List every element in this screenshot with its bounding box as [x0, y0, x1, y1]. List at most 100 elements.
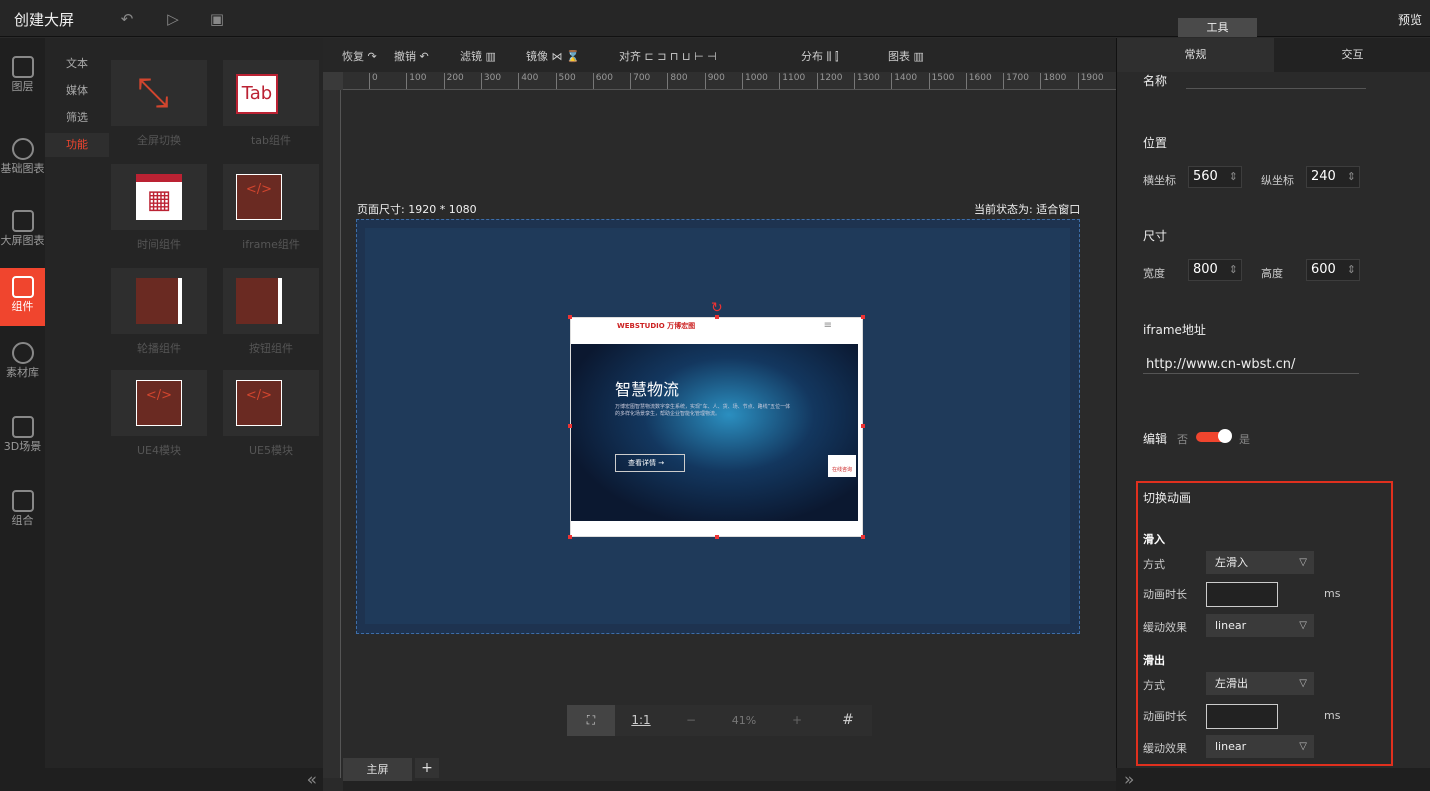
component-label: UE5模块: [249, 444, 293, 457]
component-ue5[interactable]: </> UE5模块: [223, 370, 319, 466]
iframe-url-input[interactable]: http://www.cn-wbst.cn/: [1143, 356, 1359, 374]
name-label: 名称: [1143, 74, 1168, 88]
site-header: WEBSTUDIO 万博宏图 ≡: [571, 318, 862, 335]
ruler-tick-label: 1600: [965, 73, 992, 89]
nav-label: 3D场景: [3, 440, 42, 453]
horizontal-scrollbar[interactable]: [343, 781, 1116, 791]
align-button[interactable]: 对齐 ⊏ ⊐ ⊓ ⊔ ⊢ ⊣: [619, 48, 717, 64]
resize-handle[interactable]: [861, 424, 865, 428]
chart-button[interactable]: 图表 ▥: [888, 48, 924, 64]
hexagons-icon: [11, 342, 34, 364]
zoom-bar: ⛶ 1:1 − 41% + #: [567, 705, 872, 736]
resize-handle[interactable]: [861, 315, 865, 319]
iframe-component-instance[interactable]: WEBSTUDIO 万博宏图 ≡ 智慧物流 万博宏图智慧物流数字孪生系统，实现“…: [568, 300, 865, 539]
slide-out-label: 滑出: [1143, 654, 1165, 667]
tab-interaction[interactable]: 交互: [1274, 38, 1430, 72]
hero-subtitle: 万博宏图智慧物流数字孪生系统，实现“车、人、货、场、节点、路线”五位一体的多样化…: [615, 404, 791, 417]
nav-materials[interactable]: 素材库: [0, 334, 45, 392]
ruler-tick-label: 400: [518, 73, 538, 89]
component-time[interactable]: ▦ 时间组件: [111, 164, 207, 260]
category-media[interactable]: 媒体: [45, 79, 109, 103]
category-filter[interactable]: 筛选: [45, 106, 109, 130]
collapse-left-icon[interactable]: «: [307, 770, 317, 790]
in-mode-select[interactable]: 左滑入: [1206, 551, 1314, 574]
add-screen-button[interactable]: +: [415, 758, 439, 778]
play-icon[interactable]: ▷: [164, 10, 182, 28]
in-ease-label: 缓动效果: [1143, 621, 1187, 634]
resize-handle[interactable]: [715, 535, 719, 539]
animation-title: 切换动画: [1143, 491, 1192, 505]
component-tab[interactable]: Tab tab组件: [223, 60, 319, 156]
component-label: 全屏切换: [137, 134, 181, 147]
out-duration-input[interactable]: [1206, 704, 1278, 729]
out-ease-label: 缓动效果: [1143, 742, 1187, 755]
x-label: 横坐标: [1143, 174, 1176, 187]
position-label: 位置: [1143, 136, 1168, 150]
edit-label: 编辑: [1143, 432, 1168, 446]
tab-general[interactable]: 常规: [1117, 38, 1274, 72]
out-mode-label: 方式: [1143, 679, 1165, 692]
filter-button[interactable]: 滤镜 ▥: [460, 48, 496, 64]
y-input[interactable]: 240: [1306, 166, 1360, 188]
collapse-right-icon[interactable]: »: [1124, 770, 1134, 790]
rotate-icon[interactable]: ↻: [711, 300, 723, 316]
nav-screen-charts[interactable]: 大屏图表: [0, 202, 45, 260]
out-duration-label: 动画时长: [1143, 710, 1187, 723]
undo-button[interactable]: 撤销 ↶: [394, 48, 429, 64]
nav-basic-charts[interactable]: 基础图表: [0, 130, 45, 188]
tab-main-screen[interactable]: 主屏: [343, 758, 412, 781]
ruler-tick-label: 0: [369, 73, 378, 89]
component-fullscreen[interactable]: ⤡ 全屏切换: [111, 60, 207, 156]
height-label: 高度: [1261, 267, 1283, 280]
edit-yes-label: 是: [1239, 433, 1250, 446]
resize-handle[interactable]: [568, 535, 572, 539]
save-icon[interactable]: ▣: [208, 10, 226, 28]
height-input[interactable]: 600: [1306, 259, 1360, 281]
consult-badge: 在线咨询: [828, 455, 856, 477]
tools-tab[interactable]: 工具: [1178, 18, 1257, 37]
ruler-tick-label: 500: [555, 73, 576, 89]
component-button[interactable]: ▭ 按钮组件: [223, 268, 319, 364]
component-iframe[interactable]: </> iframe组件: [223, 164, 319, 260]
component-ue4[interactable]: </> UE4模块: [111, 370, 207, 466]
distribute-button[interactable]: 分布 ⫼ ⫿: [801, 48, 839, 64]
mirror-button[interactable]: 镜像 ⋈ ⌛: [526, 48, 580, 64]
nav-3d-scene[interactable]: 3D场景: [0, 408, 45, 466]
out-mode-select[interactable]: 左滑出: [1206, 672, 1314, 695]
nav-components[interactable]: 组件: [0, 268, 45, 326]
redo-button[interactable]: 恢复 ↷: [342, 48, 377, 64]
horizontal-ruler: 0 100 200 300 400 500 600 700 800 900 1000 1100 1200…: [343, 72, 1116, 90]
zoom-in-button[interactable]: +: [777, 705, 817, 736]
nav-group[interactable]: 组合: [0, 482, 45, 540]
edit-toggle[interactable]: [1196, 429, 1232, 443]
in-ease-select[interactable]: linear: [1206, 614, 1314, 637]
grid-icon[interactable]: #: [824, 705, 872, 736]
ruler-tick-label: 100: [406, 73, 426, 89]
component-carousel[interactable]: ▭ 轮播组件: [111, 268, 207, 364]
component-category-nav: 文本 媒体 筛选 功能: [45, 38, 109, 768]
nav-layers[interactable]: 图层: [0, 48, 45, 106]
preview-button[interactable]: 预览: [1398, 11, 1422, 28]
category-text[interactable]: 文本: [45, 52, 109, 76]
ruler-tick-label: 1500: [928, 73, 954, 89]
x-input[interactable]: 560: [1188, 166, 1242, 188]
out-ease-select[interactable]: linear: [1206, 735, 1314, 758]
back-icon[interactable]: ↶: [118, 10, 136, 28]
zoom-out-button[interactable]: −: [671, 705, 711, 736]
category-function[interactable]: 功能: [45, 133, 109, 157]
resize-handle[interactable]: [861, 535, 865, 539]
name-input[interactable]: [1186, 71, 1366, 89]
hero-detail-button: 查看详情 →: [615, 454, 685, 472]
actual-size-button[interactable]: 1:1: [617, 705, 665, 736]
out-unit-label: ms: [1324, 709, 1341, 722]
edit-no-label: 否: [1177, 433, 1188, 446]
zoom-level: 41%: [731, 714, 757, 727]
fit-screen-icon[interactable]: ⛶: [567, 705, 615, 736]
in-mode-label: 方式: [1143, 558, 1165, 571]
ruler-tick-label: 900: [704, 73, 725, 89]
resize-handle[interactable]: [568, 424, 572, 428]
app-title: 创建大屏: [14, 11, 75, 29]
in-duration-input[interactable]: [1206, 582, 1278, 607]
width-input[interactable]: 800: [1188, 259, 1242, 281]
resize-handle[interactable]: [568, 315, 572, 319]
